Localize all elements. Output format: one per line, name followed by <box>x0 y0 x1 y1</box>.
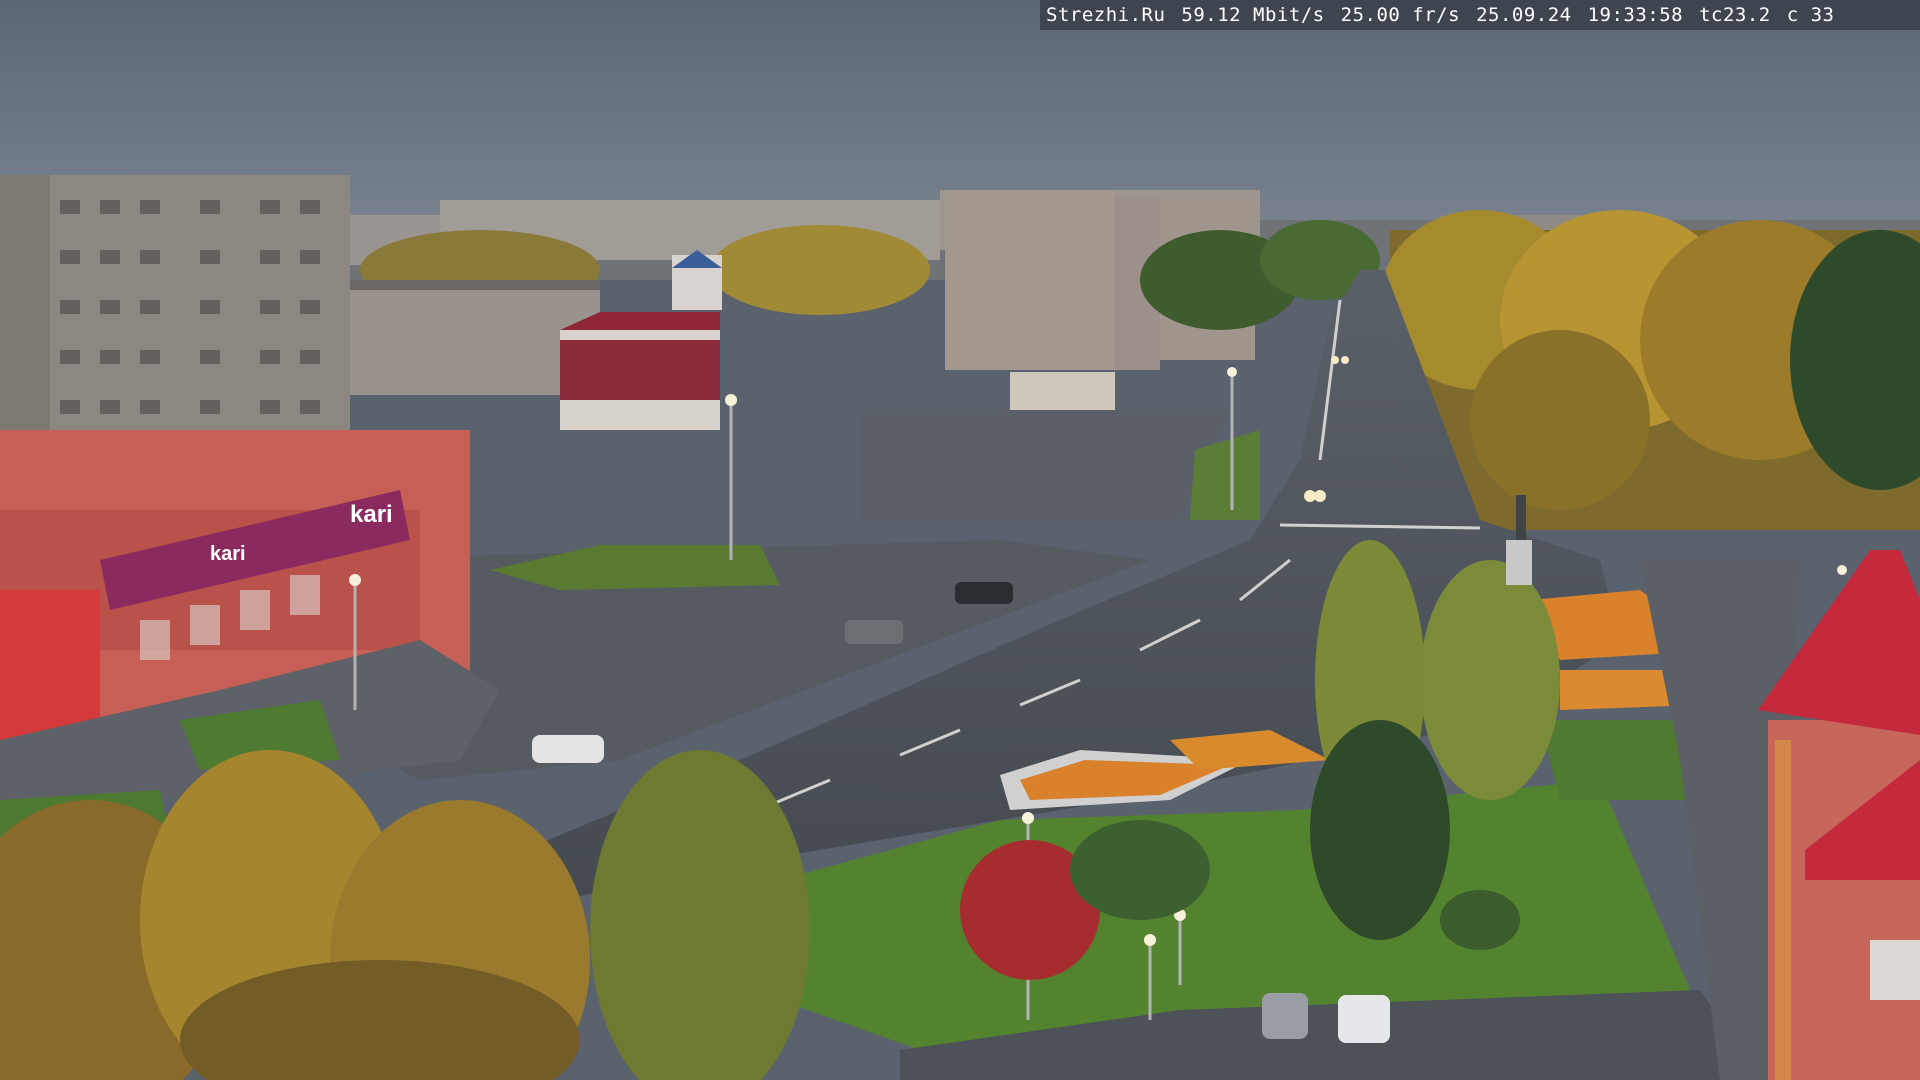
overlay-bitrate: 59.12 Mbit/s <box>1181 4 1325 26</box>
car-dark <box>955 582 1013 604</box>
overlay-camera: tc23.2 <box>1699 4 1771 26</box>
car-parked-white <box>1338 995 1390 1043</box>
store-sign-kari: kari <box>350 501 393 528</box>
overlay-date: 25.09.24 <box>1476 4 1572 26</box>
store-sign-kari-small: kari <box>210 543 246 565</box>
overlay-framerate: 25.00 fr/s <box>1340 4 1461 26</box>
overlay-site: Strezhi.Ru <box>1046 4 1166 26</box>
webcam-scene: kari kari <box>0 0 1920 1080</box>
webcam-info-overlay: Strezhi.Ru 59.12 Mbit/s 25.00 fr/s 25.09… <box>1040 0 1920 30</box>
scene-svg: kari kari <box>0 0 1920 1080</box>
car-parked-grey <box>1262 993 1308 1039</box>
overlay-time: 19:33:58 <box>1587 4 1684 26</box>
car-suv-grey <box>845 620 903 644</box>
car-white-left <box>532 735 604 763</box>
overlay-counter: c 33 <box>1786 4 1835 26</box>
